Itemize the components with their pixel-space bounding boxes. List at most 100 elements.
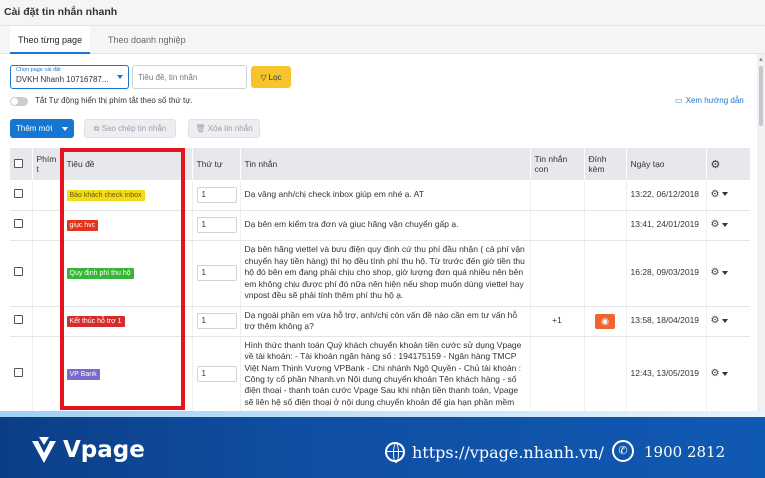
page-select-value: DVKH Nhanh 10716787... [16,75,109,84]
message-text: Dạ bên em kiểm tra đơn và giục hãng vận … [240,210,531,241]
eye-icon[interactable]: ◉ [595,313,615,329]
sub-message-count [530,210,585,241]
chevron-down-icon [117,75,123,79]
website-url[interactable]: https://vpage.nhanh.vn/ [412,443,604,462]
table-row: VP Bank 1 Hình thức thanh toán Quý khách… [10,336,750,411]
gear-icon: ⚙ [710,219,720,231]
phone-icon: ✆ [612,440,634,462]
chevron-down-icon [722,222,729,227]
table-row: Báo khách check inbox 1 Dạ vâng anh/chị … [10,180,750,211]
copy-message-label: Sao chép tin nhắn [101,123,167,133]
row-checkbox[interactable] [14,367,23,377]
created-date: 12:43, 13/05/2019 [626,336,707,411]
column-settings-cell: ⚙ [706,148,750,180]
search-input[interactable] [138,71,242,84]
gear-icon: ⚙ [710,189,720,200]
auto-shortcut-toggle[interactable] [10,97,28,106]
message-text: Dạ bên hãng viettel và bưu điện quy định… [240,240,531,307]
order-input[interactable]: 1 [196,186,237,203]
scroll-up-arrow-icon[interactable]: ▲ [758,57,764,63]
copy-message-button[interactable]: ⧉ Sao chép tin nhắn [84,119,176,138]
sub-message-count [530,336,585,411]
copy-icon: ⧉ [93,123,100,133]
created-date: 16:28, 09/03/2019 [626,240,707,307]
filter-row: Chọn page cài đặt DVKH Nhanh 10716787...… [0,62,755,92]
gear-icon: ⚙ [710,267,720,279]
row-settings[interactable]: ⚙ [706,336,750,411]
brand-name: Vpage [63,437,145,463]
row-checkbox[interactable] [14,314,23,324]
message-title-tag[interactable]: Báo khách check inbox [66,189,145,201]
book-icon: ▭ [675,96,683,105]
tab-by-page[interactable]: Theo từng page [10,26,91,54]
row-settings[interactable]: ⚙ [706,306,750,337]
created-date: 13:22, 06/12/2018 [626,180,707,211]
message-title-tag[interactable]: VP Bank [66,368,100,381]
guide-link[interactable]: ▭ Xem hướng dẫn [675,96,744,105]
column-header-title: Tiêu đề [62,148,193,180]
order-input[interactable]: 1 [196,366,237,382]
gear-icon[interactable]: ⚙ [711,159,721,171]
column-header-message: Tin nhắn [240,148,531,180]
globe-icon [385,442,405,463]
filter-button[interactable]: ▽ Lọc [251,66,291,88]
scrollbar-thumb[interactable] [759,66,763,126]
column-header-created: Ngày tạo [626,148,707,180]
promo-footer-banner: Vpage https://vpage.nhanh.vn/ ✆ 1900 281… [0,411,765,478]
tab-by-business[interactable]: Theo doanh nghiệp [100,26,194,54]
row-settings[interactable]: ⚙ [706,240,750,307]
delete-message-button[interactable]: 🗑 Xóa tin nhắn [188,119,260,138]
gear-icon: ⚙ [710,368,720,380]
vertical-scrollbar[interactable]: ▲ [757,54,765,411]
select-all-checkbox[interactable] [14,158,23,168]
message-text: Dạ ngoài phần em vừa hỗ trợ, anh/chị còn… [240,306,531,337]
quick-message-table: Phím t Tiêu đề Thứ tự Tin nhắn Tin nhắn … [10,148,750,411]
funnel-icon: ▽ [260,72,267,82]
sub-message-count: +1 [530,306,585,337]
order-input[interactable]: 1 [196,265,237,281]
column-header-attachment: Đính kèm [584,148,627,180]
row-checkbox[interactable] [14,266,23,276]
created-date: 13:58, 18/04/2019 [626,306,707,337]
row-checkbox[interactable] [14,218,23,228]
column-header-order: Thứ tự [192,148,241,180]
title-bar: Cài đặt tin nhắn nhanh [0,0,765,26]
footer-top-strip [0,411,765,417]
order-input[interactable]: 1 [196,217,237,233]
sub-message-count [530,240,585,307]
tab-bar: Theo từng page Theo doanh nghiệp [0,26,765,54]
message-text: Hình thức thanh toán Quý khách chuyển kh… [240,336,531,411]
chevron-down-icon [722,270,729,275]
table-row: Kết thúc hỗ trợ 1 1 Dạ ngoài phần em vừa… [10,306,750,337]
page-select[interactable]: Chọn page cài đặt DVKH Nhanh 10716787... [10,65,129,89]
guide-link-label: Xem hướng dẫn [685,96,744,105]
row-checkbox[interactable] [14,188,23,198]
message-title-tag[interactable]: Kết thúc hỗ trợ 1 [66,315,125,328]
created-date: 13:41, 24/01/2019 [626,210,707,241]
chevron-down-icon [722,318,729,323]
row-settings[interactable]: ⚙ [706,180,750,211]
auto-shortcut-toggle-label: Tắt Tự động hiển thị phím tắt theo số th… [35,96,193,105]
gear-icon: ⚙ [710,315,720,327]
hotline-number[interactable]: 1900 2812 [644,443,725,461]
order-input[interactable]: 1 [196,313,237,329]
table-row: Quy định phí thu hộ 1 Dạ bên hãng viette… [10,240,750,307]
row-settings[interactable]: ⚙ [706,210,750,241]
add-new-label: Thêm mới [16,124,53,133]
table-row: giục hvc 1 Dạ bên em kiểm tra đơn và giụ… [10,210,750,241]
trash-icon: 🗑 [195,124,206,133]
vpage-logo-icon [32,437,56,463]
table-header-row: Phím t Tiêu đề Thứ tự Tin nhắn Tin nhắn … [10,148,750,180]
message-title-tag[interactable]: Quy định phí thu hộ [66,267,134,280]
chevron-down-icon [62,127,68,131]
sub-message-count [530,180,585,211]
select-all-cell [10,148,33,180]
quick-message-settings-app: Cài đặt tin nhắn nhanh Theo từng page Th… [0,0,765,478]
chevron-down-icon [722,192,729,197]
page-select-label: Chọn page cài đặt [16,67,61,73]
message-title-tag[interactable]: giục hvc [66,219,99,232]
add-new-button[interactable]: Thêm mới [10,119,74,138]
column-header-shortcut: Phím t [32,148,63,180]
page-title: Cài đặt tin nhắn nhanh [4,6,118,18]
delete-message-label: Xóa tin nhắn [207,124,253,133]
